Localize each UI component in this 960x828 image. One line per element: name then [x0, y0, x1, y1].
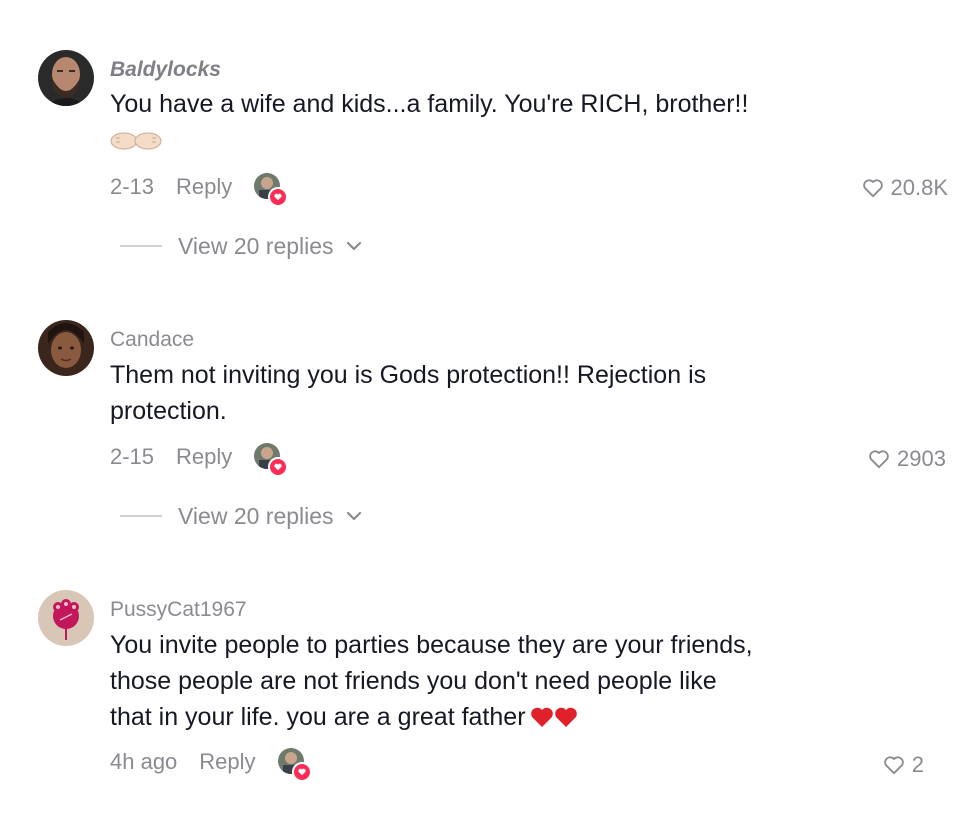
- view-replies-button[interactable]: View 20 replies: [120, 231, 362, 261]
- two-red-hearts-icon: [530, 703, 580, 739]
- like-button[interactable]: 20.8K: [862, 173, 949, 203]
- view-replies-button[interactable]: View 20 replies: [120, 501, 362, 531]
- creator-liked-avatar: [277, 748, 312, 782]
- comment-text: You invite people to parties because the…: [110, 627, 870, 739]
- avatar[interactable]: [38, 50, 94, 106]
- fist-bump-icon: [110, 130, 162, 157]
- avatar-bald-man-icon: [38, 50, 94, 106]
- comment-date: 2-15: [110, 444, 155, 469]
- comment-text-line: Them not inviting you is Gods protection…: [110, 361, 707, 389]
- like-count: 2903: [897, 446, 946, 471]
- avatar-woman-icon: [38, 320, 94, 376]
- reply-button[interactable]: Reply: [176, 174, 232, 200]
- avatar-flower-icon: [38, 590, 94, 646]
- reply-button[interactable]: Reply: [199, 749, 255, 775]
- heart-outline-icon: [883, 756, 904, 775]
- comment-meta: 2-13 Reply: [110, 172, 289, 207]
- heart-badge-icon: [268, 187, 289, 207]
- replies-divider-line: [120, 515, 162, 517]
- comment-username[interactable]: Candace: [110, 328, 194, 352]
- like-count: 20.8K: [890, 175, 949, 200]
- comment-text: Them not inviting you is Gods protection…: [110, 357, 870, 429]
- comment-text-line: protection.: [110, 397, 227, 425]
- comment-username[interactable]: PussyCat1967: [110, 598, 247, 622]
- like-count: 2: [911, 752, 924, 777]
- creator-liked-avatar: [254, 443, 289, 477]
- creator-liked-avatar: [254, 173, 289, 207]
- comment-text-line-with-emoji: that in your life. you are a great fathe…: [110, 699, 870, 739]
- comment-meta: 4h ago Reply: [110, 747, 312, 782]
- heart-outline-icon: [862, 179, 883, 198]
- view-replies-label: View 20 replies: [178, 232, 334, 259]
- comment-text-line: that in your life. you are a great fathe…: [110, 703, 526, 731]
- chevron-down-icon: [346, 241, 361, 251]
- heart-badge-icon: [291, 762, 312, 782]
- comment-username[interactable]: Baldylocks: [110, 58, 221, 82]
- like-button[interactable]: 2903: [868, 444, 946, 474]
- avatar[interactable]: [38, 320, 94, 376]
- like-button[interactable]: 2: [883, 750, 924, 780]
- comment-text-line: those people are not friends you don't n…: [110, 667, 717, 695]
- chevron-down-icon: [346, 511, 361, 521]
- avatar[interactable]: [38, 590, 94, 646]
- reply-button[interactable]: Reply: [176, 444, 232, 470]
- view-replies-label: View 20 replies: [178, 502, 334, 529]
- comment-text-line: You invite people to parties because the…: [110, 631, 753, 659]
- comment-date: 2-13: [110, 174, 155, 199]
- heart-outline-icon: [869, 450, 889, 469]
- comment-date: 4h ago: [110, 749, 178, 774]
- comment-meta: 2-15 Reply: [110, 442, 289, 477]
- replies-divider-line: [120, 245, 162, 247]
- heart-badge-icon: [268, 457, 289, 477]
- comment-text: You have a wife and kids...a family. You…: [110, 90, 749, 118]
